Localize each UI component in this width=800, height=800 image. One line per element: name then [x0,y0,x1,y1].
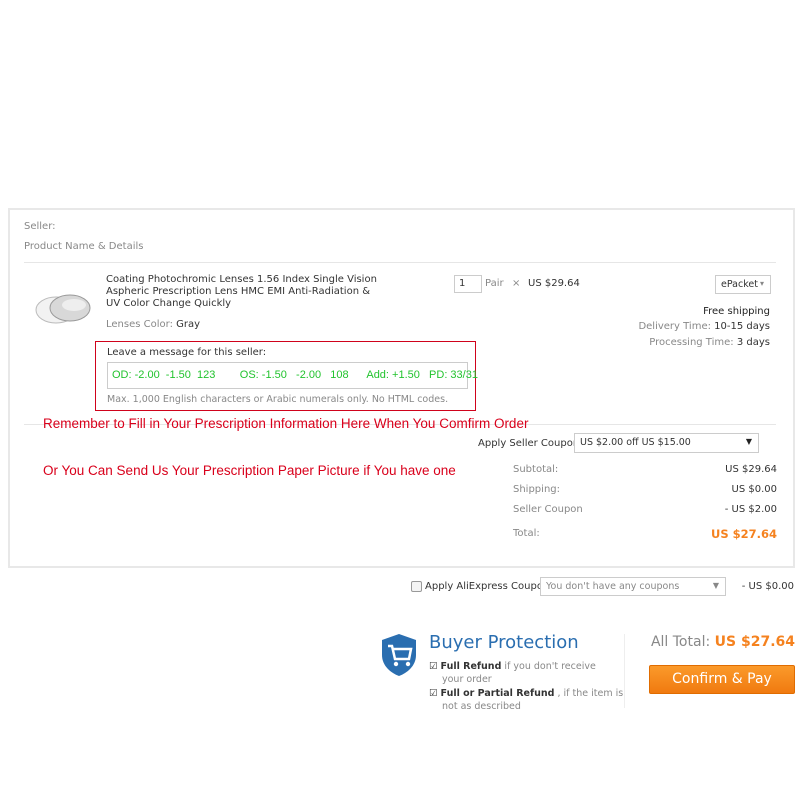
times-sign: × [512,278,521,289]
protection-full-refund: ☑ Full Refund if you don't receive your … [429,661,596,685]
total-value: US $27.64 [710,527,777,541]
aliexpress-coupon-select[interactable]: You don't have any coupons ▼ [540,577,726,596]
seller-coupon-select[interactable]: US $2.00 off US $15.00 ▼ [574,433,759,453]
message-textarea[interactable]: OD: -2.00 -1.50 123 OS: -1.50 -2.00 108 … [107,362,478,389]
divider [624,634,625,708]
shipping-value: US $0.00 [731,484,777,495]
quantity-input[interactable]: 1 [454,275,482,293]
message-hint: Max. 1,000 English characters or Arabic … [107,394,449,405]
aliexpress-coupon-label: Apply AliExpress Coupon: [425,581,553,592]
color-label: Lenses Color: [106,319,173,330]
aliexpress-coupon-checkbox[interactable] [411,581,422,592]
buyer-protection-title: Buyer Protection [429,632,579,653]
delivery-value: 10-15 days [714,321,770,332]
shipping-method-select[interactable]: ePacket ▾ [715,275,771,294]
seller-label: Seller: [24,221,56,232]
message-label: Leave a message for this seller: [107,347,267,358]
note-prescription: Remember to Fill in Your Prescription In… [43,416,529,431]
processing-value: 3 days [736,337,770,348]
shield-cart-icon [381,633,417,680]
shipping-label: Shipping: [513,484,560,495]
seller-coupon-label: Apply Seller Coupon: [478,438,583,449]
product-header: Product Name & Details [24,241,144,252]
note-picture: Or You Can Send Us Your Prescription Pap… [43,463,456,478]
subtotal-label: Subtotal: [513,464,559,475]
total-label: Total: [513,528,540,539]
subtotal-value: US $29.64 [725,464,777,475]
confirm-pay-button[interactable]: Confirm & Pay [649,665,795,694]
product-thumbnail[interactable] [34,290,94,329]
product-title[interactable]: Coating Photochromic Lenses 1.56 Index S… [106,274,377,310]
protection-partial-refund: ☑ Full or Partial Refund , if the item i… [429,688,624,712]
unit-label: Pair [485,278,504,289]
delivery-label: Delivery Time: [638,321,711,332]
unit-price: US $29.64 [528,278,580,289]
seller-coupon-summary-label: Seller Coupon [513,504,583,515]
color-value: Gray [176,319,201,330]
all-total-label: All Total: [650,634,711,650]
aliexpress-coupon-amount: - US $0.00 [741,581,794,592]
all-total-value: US $27.64 [714,634,795,650]
processing-label: Processing Time: [649,337,734,348]
free-shipping: Free shipping [703,306,770,317]
seller-coupon-summary-value: - US $2.00 [724,504,777,515]
divider [24,262,776,263]
